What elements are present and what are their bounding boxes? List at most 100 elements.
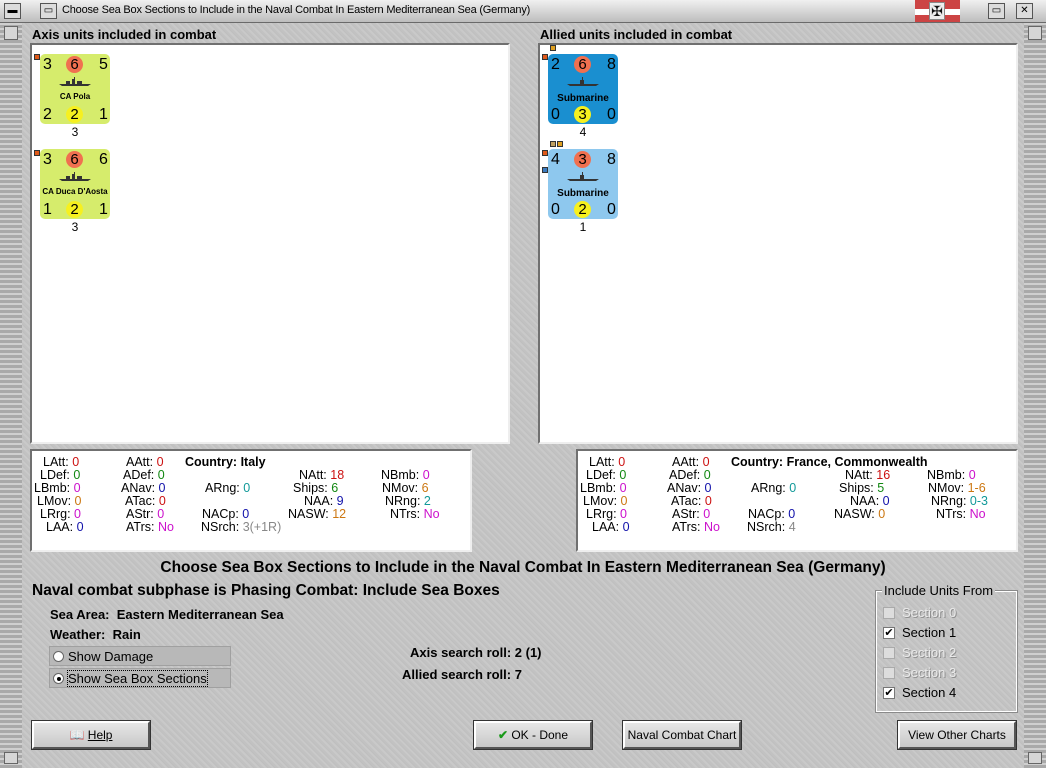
counter-value: 2 <box>66 201 83 218</box>
group-title: Include Units From <box>882 583 996 598</box>
allied-search-roll: Allied search roll: 7 <box>402 667 522 682</box>
stat-lmov: LMov: 0 <box>583 494 628 508</box>
checkmark-icon: ✔ <box>497 728 508 742</box>
section-2-label: Section 2 <box>902 645 957 660</box>
stat-natt: NAtt: 18 <box>299 468 345 482</box>
stat-aatt: AAtt: 0 <box>672 455 710 469</box>
stat-nbmb: NBmb: 0 <box>381 468 430 482</box>
section-1-label: Section 1 <box>902 625 957 640</box>
section-4-checkbox[interactable]: ✔ <box>883 687 895 699</box>
stat-nrng: NRng: 0-3 <box>931 494 988 508</box>
restore-button[interactable]: ▭ <box>40 3 57 19</box>
stat-nacp: NACp: 0 <box>202 507 250 521</box>
system-menu-button[interactable]: ▬ <box>4 3 21 19</box>
stat-atac: ATac: 0 <box>125 494 166 508</box>
stat-nasw: NASW: 12 <box>288 507 347 521</box>
radio-unchecked-icon <box>53 651 64 662</box>
counter-value: 3 <box>43 151 52 168</box>
stat-ntrs: NTrs: No <box>390 507 440 521</box>
cruiser-icon <box>59 77 91 86</box>
stat-latt: LAtt: 0 <box>589 455 626 469</box>
stat-atrs: ATrs: No <box>126 520 174 534</box>
ok-label: OK - Done <box>511 728 569 742</box>
left-frame <box>0 23 22 768</box>
allied-units-panel[interactable]: 2 6 8 Submarine 0 3 0 4 4 3 8 Submarine … <box>538 43 1018 444</box>
counter-name: CA Duca D'Aosta <box>42 187 108 196</box>
counter-value: 4 <box>551 151 560 168</box>
stat-astr: AStr: 0 <box>126 507 165 521</box>
stat-laa: LAA: 0 <box>46 520 84 534</box>
unit-counter-ca-pola[interactable]: 3 6 5 CA Pola 2 2 1 <box>40 54 110 124</box>
stat-nmov: NMov: 6 <box>382 481 429 495</box>
stat-arng: ARng: 0 <box>751 481 797 495</box>
book-icon: 📖 <box>69 728 85 742</box>
axis-heading: Axis units included in combat <box>32 27 217 42</box>
counter-value: 8 <box>607 56 616 73</box>
naval-combat-chart-button[interactable]: Naval Combat Chart <box>622 720 742 750</box>
unit-counter-submarine[interactable]: 2 6 8 Submarine 0 3 0 <box>548 54 618 124</box>
stat-arng: ARng: 0 <box>205 481 251 495</box>
stat-nmov: NMov: 1-6 <box>928 481 986 495</box>
stat-ships: Ships: 5 <box>839 481 885 495</box>
submarine-icon <box>567 172 599 181</box>
stat-naa: NAA: 0 <box>850 494 890 508</box>
scroll-grip-top-right[interactable] <box>1028 26 1042 40</box>
counter-value: 3 <box>574 151 591 168</box>
stat-natt: NAtt: 16 <box>845 468 891 482</box>
counter-value: 2 <box>66 106 83 123</box>
counter-value: 5 <box>99 56 108 73</box>
allied-heading: Allied units included in combat <box>540 27 733 42</box>
counter-value: 0 <box>607 106 616 123</box>
section-2-checkbox[interactable] <box>883 647 895 659</box>
unit-count: 3 <box>71 220 79 234</box>
unit-counter-ca-duca-daosta[interactable]: 3 6 6 CA Duca D'Aosta 1 2 1 <box>40 149 110 219</box>
section-4-label: Section 4 <box>902 685 957 700</box>
scroll-grip-bottom-left[interactable] <box>4 752 18 764</box>
show-sea-box-sections-radio[interactable]: Show Sea Box Sections <box>49 668 231 688</box>
stat-ldef: LDef: 0 <box>40 468 81 482</box>
unit-counter-submarine-2[interactable]: 4 3 8 Submarine 0 2 0 <box>548 149 618 219</box>
axis-units-panel[interactable]: 3 6 5 CA Pola 2 2 1 3 3 6 6 CA Duca D'Ao… <box>30 43 510 444</box>
counter-value: 0 <box>607 201 616 218</box>
help-button[interactable]: 📖 Help <box>31 720 151 750</box>
counter-name: CA Pola <box>59 92 91 101</box>
ok-done-button[interactable]: ✔ OK - Done <box>473 720 593 750</box>
stat-nrng: NRng: 2 <box>385 494 431 508</box>
dialog-title: Choose Sea Box Sections to Include in th… <box>160 559 886 576</box>
section-3-checkbox[interactable] <box>883 667 895 679</box>
stat-lrrg: LRrg: 0 <box>40 507 81 521</box>
section-1-checkbox[interactable]: ✔ <box>883 627 895 639</box>
scroll-grip-top-left[interactable] <box>4 26 18 40</box>
stat-ldef: LDef: 0 <box>586 468 627 482</box>
unit-count: 1 <box>579 220 587 234</box>
right-frame <box>1024 23 1046 768</box>
sea-area-label: Sea Area: Eastern Mediterranean Sea <box>50 607 284 622</box>
counter-value: 3 <box>43 56 52 73</box>
unit-count: 3 <box>71 125 79 139</box>
include-units-group: Include Units From Section 0 ✔ Section 1… <box>875 583 1018 713</box>
counter-name: Submarine <box>557 93 609 104</box>
axis-country: Country: Italy <box>185 455 266 469</box>
counter-value: 0 <box>551 106 560 123</box>
stat-aatt: AAtt: 0 <box>126 455 164 469</box>
counter-value: 6 <box>66 56 83 73</box>
counter-value: 0 <box>551 201 560 218</box>
stat-atac: ATac: 0 <box>671 494 712 508</box>
stat-adef: ADef: 0 <box>669 468 711 482</box>
scroll-grip-bottom-right[interactable] <box>1028 752 1042 764</box>
counter-value: 2 <box>574 201 591 218</box>
close-button[interactable]: ✕ <box>1016 3 1033 19</box>
stat-naa: NAA: 9 <box>304 494 344 508</box>
section-0-checkbox[interactable] <box>883 607 895 619</box>
stat-nsrch: NSrch: 4 <box>747 520 796 534</box>
naval-chart-label: Naval Combat Chart <box>627 728 737 742</box>
view-other-charts-button[interactable]: View Other Charts <box>897 720 1017 750</box>
show-damage-radio[interactable]: Show Damage <box>49 646 231 666</box>
title-bar: ▬ ▭ Choose Sea Box Sections to Include i… <box>0 0 1046 23</box>
minimize-button[interactable]: ▭ <box>988 3 1005 19</box>
counter-value: 2 <box>43 106 52 123</box>
stat-nsrch: NSrch: 3(+1R) <box>201 520 282 534</box>
stat-adef: ADef: 0 <box>123 468 165 482</box>
counter-value: 1 <box>99 106 108 123</box>
stat-nasw: NASW: 0 <box>834 507 886 521</box>
